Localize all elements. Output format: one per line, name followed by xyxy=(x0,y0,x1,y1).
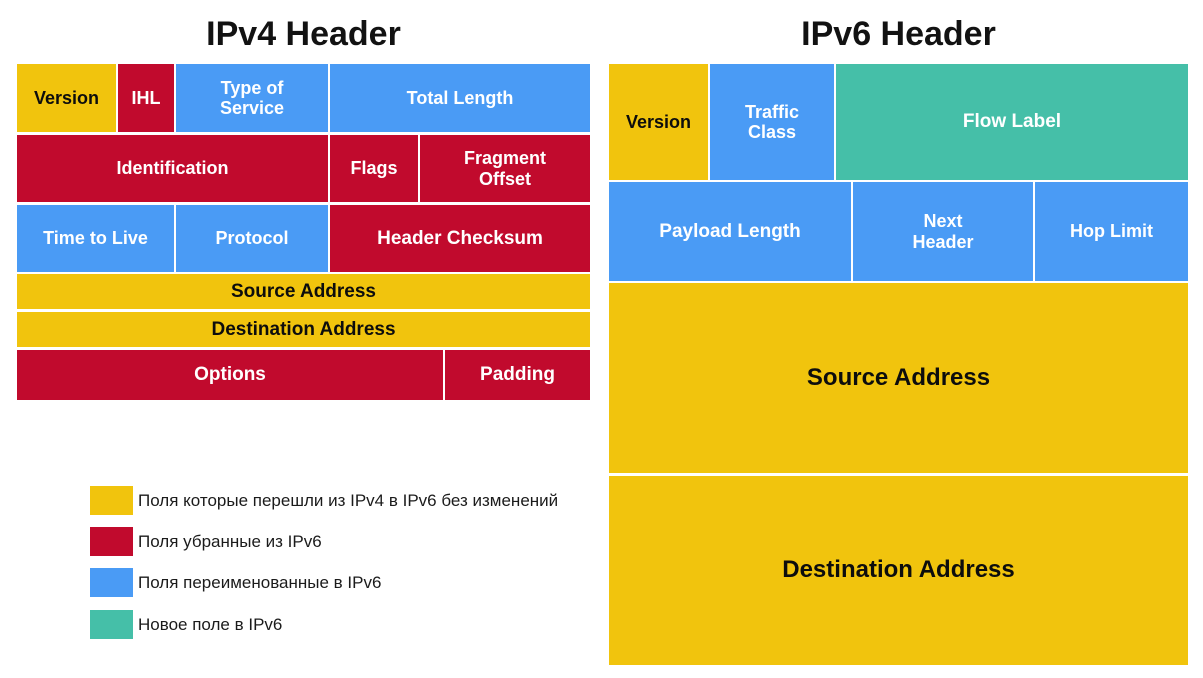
legend-label-removed: Поля убранные из IPv6 xyxy=(138,532,322,551)
ipv6-field-source-address-label: Source Address xyxy=(806,363,991,391)
ipv4-field-version: Version xyxy=(17,64,116,132)
ipv6-field-destination-address-label: Destination Address xyxy=(782,556,1015,584)
ipv6-field-version: Version xyxy=(609,64,708,180)
legend-swatch-removed-icon xyxy=(90,527,133,556)
ipv6-field-hop-limit-label: Hop Limit xyxy=(1070,221,1153,242)
ipv4-header-title: IPv4 Header xyxy=(206,15,401,53)
ipv6-field-flow-label: Flow Label xyxy=(836,64,1188,180)
ipv4-field-options-label: Options xyxy=(194,364,266,386)
ipv4-field-flags: Flags xyxy=(330,135,418,202)
ipv6-field-destination-address: Destination Address xyxy=(609,476,1188,665)
ipv6-field-flow-label-label: Flow Label xyxy=(962,111,1062,133)
ipv4-field-total-length: Total Length xyxy=(330,64,590,132)
ipv4-field-protocol-label: Protocol xyxy=(215,228,289,249)
ipv4-field-options: Options xyxy=(17,350,443,400)
legend-label-new: Новое поле в IPv6 xyxy=(138,615,283,634)
ipv4-field-ihl: IHL xyxy=(118,64,174,132)
ipv4-field-padding-label: Padding xyxy=(480,364,555,386)
ipv6-header-diagram: Version Traffic Class Flow Label Payload… xyxy=(609,64,1188,665)
legend-item-new: Новое поле в IPv6 xyxy=(90,610,282,639)
legend-label-renamed: Поля переименованные в IPv6 xyxy=(138,573,382,592)
ipv4-field-ihl-label: IHL xyxy=(131,87,161,108)
ipv4-field-version-label: Version xyxy=(33,87,100,108)
ipv6-field-source-address: Source Address xyxy=(609,283,1188,473)
legend-swatch-renamed-icon xyxy=(90,568,133,597)
legend-item-unchanged: Поля которые перешли из IPv4 в IPv6 без … xyxy=(90,486,558,515)
ipv6-field-payload-length: Payload Length xyxy=(609,182,851,281)
ipv4-field-type-of-service: Type of Service xyxy=(176,64,328,132)
legend-item-removed: Поля убранные из IPv6 xyxy=(90,527,322,556)
ipv4-field-header-checksum: Header Checksum xyxy=(330,205,590,272)
legend-swatch-unchanged-icon xyxy=(90,486,133,515)
ipv4-field-time-to-live: Time to Live xyxy=(17,205,174,272)
ipv4-field-header-checksum-label: Header Checksum xyxy=(377,227,543,249)
ipv4-field-identification: Identification xyxy=(17,135,328,202)
ipv6-header-title: IPv6 Header xyxy=(801,15,996,53)
ipv4-field-destination-address-label: Destination Address xyxy=(211,318,396,340)
ipv4-field-source-address: Source Address xyxy=(17,274,590,309)
ipv4-field-fragment-offset: Fragment Offset xyxy=(420,135,590,202)
ipv6-field-next-header: Next Header xyxy=(853,182,1033,281)
ipv6-field-version-label: Version xyxy=(625,111,692,132)
ipv4-field-total-length-label: Total Length xyxy=(406,87,514,108)
ipv4-field-destination-address: Destination Address xyxy=(17,312,590,347)
ipv4-field-protocol: Protocol xyxy=(176,205,328,272)
ipv4-field-identification-label: Identification xyxy=(116,158,229,179)
legend-item-renamed: Поля переименованные в IPv6 xyxy=(90,568,381,597)
ipv4-field-time-to-live-label: Time to Live xyxy=(43,228,148,249)
ipv6-field-traffic-class-label: Traffic Class xyxy=(744,101,800,142)
legend-swatch-new-icon xyxy=(90,610,133,639)
ipv4-field-source-address-label: Source Address xyxy=(230,280,376,302)
ipv4-header-diagram: Version IHL Type of Service Total Length… xyxy=(17,64,590,400)
ipv6-field-next-header-label: Next Header xyxy=(912,211,974,252)
ipv6-field-traffic-class: Traffic Class xyxy=(710,64,834,180)
ipv4-field-type-of-service-label: Type of Service xyxy=(219,77,285,118)
ipv6-field-payload-length-label: Payload Length xyxy=(659,220,801,242)
ipv4-field-fragment-offset-label: Fragment Offset xyxy=(463,148,546,189)
ipv6-field-hop-limit: Hop Limit xyxy=(1035,182,1188,281)
legend-label-unchanged: Поля которые перешли из IPv4 в IPv6 без … xyxy=(138,491,559,510)
ipv4-field-flags-label: Flags xyxy=(350,158,398,179)
ipv4-field-padding: Padding xyxy=(445,350,590,400)
